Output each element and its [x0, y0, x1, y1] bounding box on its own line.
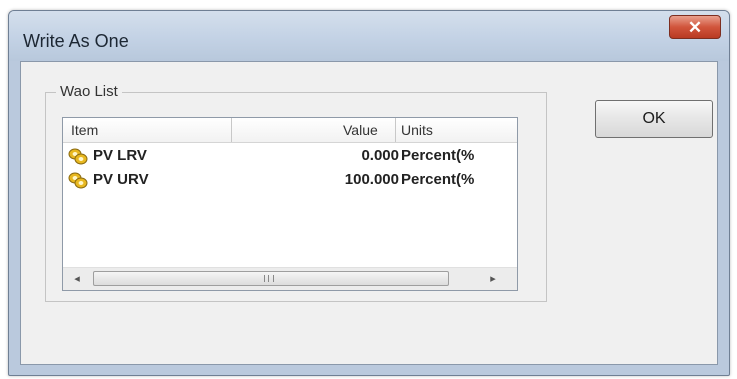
row-value: 100.000: [344, 171, 399, 188]
wao-list-view[interactable]: Item Value Units PV LRV 0.000 Percent(% …: [62, 117, 518, 291]
grip-icon: [264, 275, 274, 282]
dialog-window: Write As One ✕ Wao List Item Value Units: [8, 10, 730, 376]
horizontal-scrollbar[interactable]: ◂ ▸: [63, 267, 517, 290]
list-header: Item Value Units: [63, 118, 517, 143]
row-value: 0.000: [361, 147, 399, 164]
row-units: Percent(%: [401, 147, 475, 164]
ok-button[interactable]: OK: [595, 100, 713, 138]
scroll-left-icon[interactable]: ◂: [69, 271, 85, 287]
scroll-right-icon[interactable]: ▸: [485, 271, 501, 287]
wao-list-group: Wao List Item Value Units PV LRV 0.000 P…: [45, 83, 547, 302]
row-item-name: PV URV: [93, 171, 149, 188]
list-row[interactable]: PV LRV 0.000 Percent(%: [63, 144, 517, 168]
row-item-name: PV LRV: [93, 147, 147, 164]
close-icon: ✕: [687, 17, 703, 37]
column-header-value[interactable]: Value: [343, 122, 378, 138]
list-row[interactable]: PV URV 100.000 Percent(%: [63, 168, 517, 192]
parameter-icon: [67, 171, 89, 189]
row-units: Percent(%: [401, 171, 475, 188]
window-title: Write As One: [23, 31, 129, 51]
parameter-icon: [67, 147, 89, 165]
dialog-client-area: Wao List Item Value Units PV LRV 0.000 P…: [20, 61, 718, 365]
close-button[interactable]: ✕: [669, 15, 721, 39]
column-divider[interactable]: [231, 118, 232, 142]
group-label: Wao List: [56, 83, 122, 100]
scroll-thumb[interactable]: [93, 271, 449, 286]
column-header-item[interactable]: Item: [71, 122, 98, 138]
column-header-units[interactable]: Units: [401, 122, 433, 138]
column-divider[interactable]: [395, 118, 396, 142]
title-bar[interactable]: Write As One ✕: [9, 11, 729, 61]
